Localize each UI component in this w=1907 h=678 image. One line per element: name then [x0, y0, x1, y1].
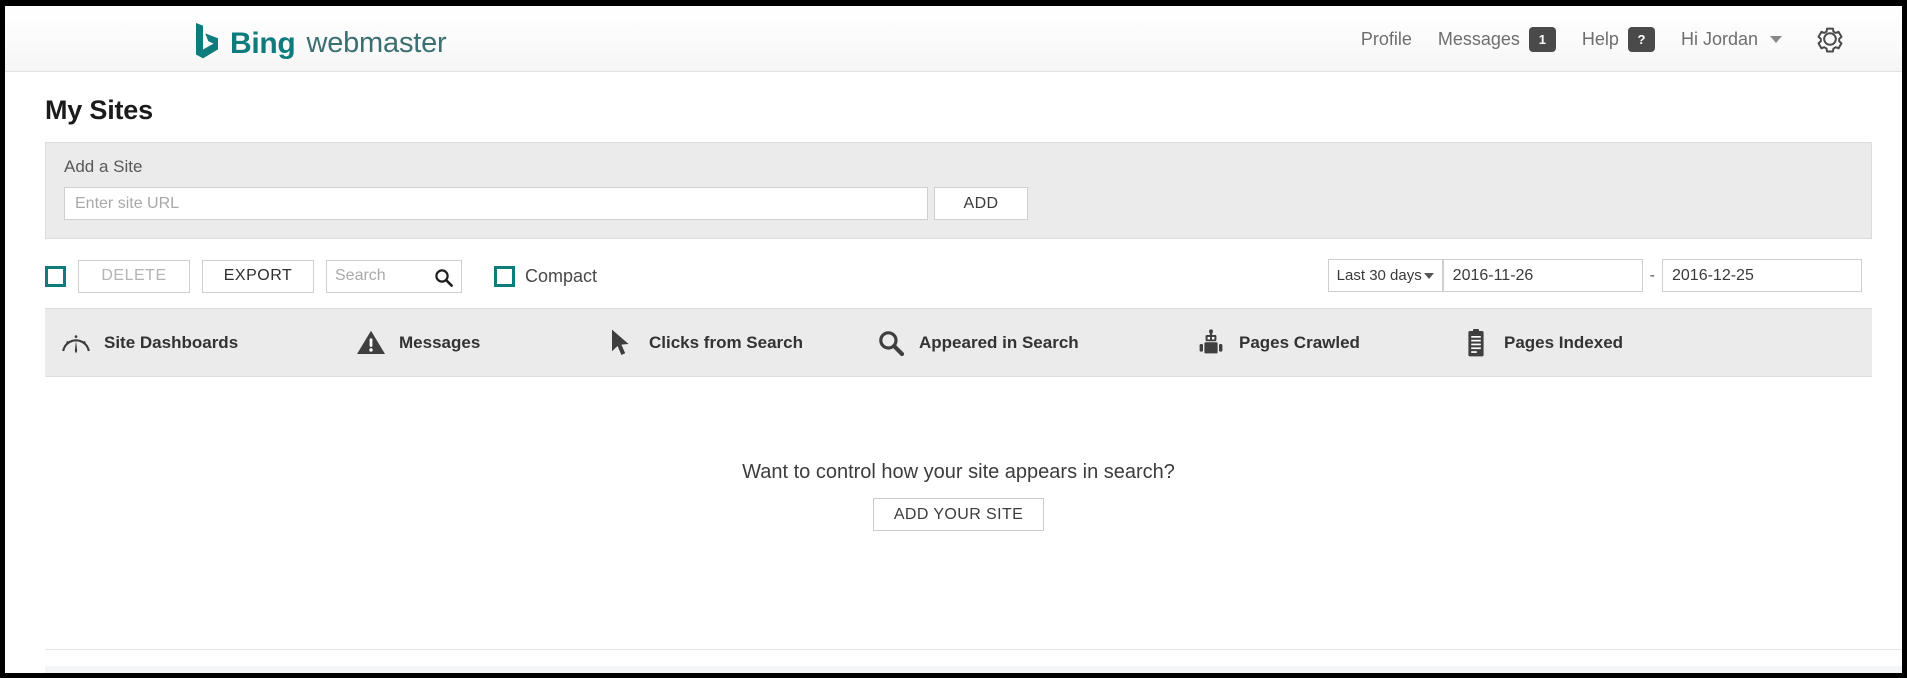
column-messages[interactable]: Messages: [356, 329, 606, 356]
add-site-button[interactable]: ADD: [934, 187, 1028, 220]
toolbar-left-group: DELETE EXPORT Compact: [45, 259, 598, 293]
nav-user-greeting: Hi Jordan: [1680, 28, 1758, 49]
warning-triangle-icon: [356, 329, 386, 356]
empty-state: Want to control how your site appears in…: [45, 461, 1872, 531]
nav-profile[interactable]: Profile: [1361, 29, 1412, 50]
sites-toolbar: DELETE EXPORT Compact: [45, 244, 1862, 308]
nav-messages[interactable]: Messages 1: [1437, 26, 1556, 52]
bing-b-icon: [195, 22, 219, 65]
column-site-dashboards[interactable]: Site Dashboards: [61, 330, 356, 356]
empty-state-message: Want to control how your site appears in…: [742, 461, 1175, 483]
column-pages-crawled[interactable]: Pages Crawled: [1196, 328, 1461, 357]
date-range-separator: -: [1649, 266, 1655, 284]
compact-toggle[interactable]: Compact: [494, 265, 598, 287]
brand-name-primary: Bing: [230, 26, 296, 60]
bottom-divider: [45, 649, 1902, 650]
column-label: Appeared in Search: [919, 332, 1079, 352]
page-title: My Sites: [45, 95, 153, 125]
add-your-site-button[interactable]: ADD YOUR SITE: [872, 498, 1045, 531]
nav-messages-label: Messages: [1437, 28, 1520, 49]
browser-screenshot: Bing webmaster Profile Messages 1 Help ?…: [0, 0, 1907, 678]
add-a-site-panel: Add a Site ADD: [45, 142, 1872, 239]
nav-profile-label: Profile: [1360, 28, 1412, 49]
nav-help[interactable]: Help ?: [1581, 26, 1655, 52]
column-appeared-in-search[interactable]: Appeared in Search: [876, 329, 1196, 357]
add-a-site-label: Add a Site: [64, 157, 143, 176]
add-a-site-row: ADD: [64, 187, 1853, 220]
date-range-preset-select[interactable]: Last 30 days: [1327, 259, 1443, 292]
search-icon[interactable]: [434, 268, 453, 292]
top-header-bar: Bing webmaster Profile Messages 1 Help ?…: [5, 6, 1902, 72]
site-url-input[interactable]: [64, 187, 928, 220]
search-field: [326, 259, 462, 293]
compact-label: Compact: [525, 265, 598, 286]
column-label: Pages Crawled: [1239, 332, 1360, 352]
column-label: Clicks from Search: [649, 332, 804, 352]
footer-strip: [45, 666, 1902, 673]
magnifier-icon: [876, 329, 906, 357]
column-label: Site Dashboards: [104, 332, 239, 352]
column-pages-indexed[interactable]: Pages Indexed: [1461, 328, 1711, 358]
robot-icon: [1196, 328, 1226, 357]
compact-checkbox[interactable]: [494, 265, 515, 287]
sites-table-column-headers: Site Dashboards Messages Clicks from Sea…: [45, 308, 1872, 377]
end-date-input[interactable]: [1662, 259, 1862, 292]
column-label: Pages Indexed: [1504, 332, 1624, 352]
gauge-icon: [61, 330, 91, 356]
help-question-badge: ?: [1627, 26, 1655, 52]
delete-button[interactable]: DELETE: [78, 259, 190, 293]
start-date-input[interactable]: [1442, 259, 1643, 292]
messages-count-badge: 1: [1528, 26, 1556, 52]
export-button[interactable]: EXPORT: [202, 259, 314, 293]
gear-icon[interactable]: [1813, 22, 1847, 56]
column-clicks-from-search[interactable]: Clicks from Search: [606, 328, 876, 357]
bing-webmaster-logo[interactable]: Bing webmaster: [195, 22, 447, 65]
date-range-preset-value: Last 30 days: [1336, 267, 1422, 284]
chevron-down-icon: [1770, 35, 1782, 43]
document-list-icon: [1461, 328, 1491, 358]
cursor-arrow-icon: [606, 328, 636, 357]
page-content: My Sites Add a Site ADD DELETE EXPORT: [5, 95, 1902, 531]
select-all-checkbox[interactable]: [45, 265, 66, 287]
date-range-controls: Last 30 days -: [1327, 259, 1862, 292]
chevron-down-icon: [1423, 272, 1434, 279]
brand-name-secondary: webmaster: [306, 27, 447, 59]
column-label: Messages: [399, 332, 481, 352]
nav-user-menu[interactable]: Hi Jordan: [1681, 29, 1782, 50]
nav-help-label: Help: [1581, 28, 1619, 49]
top-navigation: Profile Messages 1 Help ? Hi Jordan: [1361, 6, 1782, 72]
